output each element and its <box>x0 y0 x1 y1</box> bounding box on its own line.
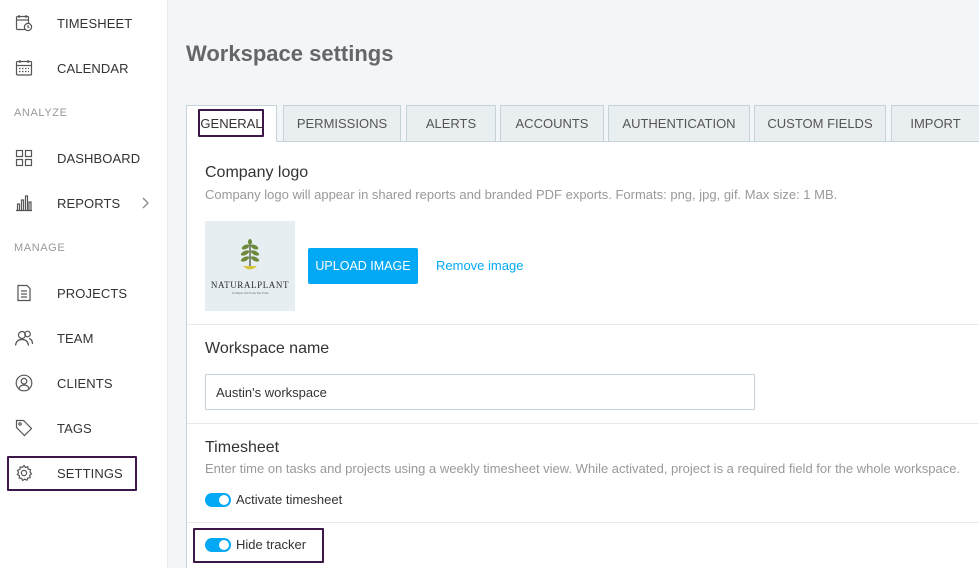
tab-alerts[interactable]: ALERTS <box>406 105 496 142</box>
logo-wordmark: NATURALPLANT <box>210 279 290 290</box>
timesheet-heading: Timesheet <box>205 439 280 456</box>
hide-tracker-highlight-box <box>193 528 324 563</box>
projects-icon <box>14 283 34 303</box>
company-logo-description: Company logo will appear in shared repor… <box>205 187 838 202</box>
tab-label: AUTHENTICATION <box>622 116 736 131</box>
tab-label: ACCOUNTS <box>515 116 589 131</box>
timesheet-icon <box>14 13 34 33</box>
sidebar-item-reports[interactable]: REPORTS <box>0 183 168 223</box>
tab-authentication[interactable]: AUTHENTICATION <box>608 105 750 142</box>
sidebar: TIMESHEET CALENDAR ANALYZE DASHBOARD REP… <box>0 0 168 568</box>
upload-image-button[interactable]: UPLOAD IMAGE <box>308 248 418 284</box>
workspace-name-heading: Workspace name <box>205 340 330 357</box>
plant-logo-icon <box>238 238 262 277</box>
tab-custom-fields[interactable]: CUSTOM FIELDS <box>754 105 886 142</box>
settings-highlight-box <box>7 456 137 491</box>
tag-icon <box>14 418 34 438</box>
company-logo-heading: Company logo <box>205 164 309 181</box>
tab-permissions[interactable]: PERMISSIONS <box>283 105 401 142</box>
activate-timesheet-label: Activate timesheet <box>236 492 343 507</box>
dashboard-icon <box>14 148 34 168</box>
sidebar-item-calendar[interactable]: CALENDAR <box>0 48 168 88</box>
clients-icon <box>14 373 34 393</box>
section-divider <box>187 324 979 325</box>
toggle-knob <box>219 495 229 505</box>
activate-timesheet-toggle[interactable] <box>205 493 231 507</box>
sidebar-item-dashboard[interactable]: DASHBOARD <box>0 138 168 178</box>
section-label-manage: MANAGE <box>14 242 66 254</box>
tab-label: PERMISSIONS <box>296 116 388 131</box>
page-title: Workspace settings <box>186 41 394 66</box>
tab-import[interactable]: IMPORT <box>891 105 979 142</box>
workspace-name-input[interactable] <box>205 374 755 410</box>
sidebar-item-projects[interactable]: PROJECTS <box>0 273 168 313</box>
sidebar-item-label: TEAM <box>57 331 94 346</box>
sidebar-item-team[interactable]: TEAM <box>0 318 168 358</box>
sidebar-item-label: REPORTS <box>57 196 121 211</box>
reports-icon <box>14 193 34 213</box>
sidebar-item-label: CLIENTS <box>57 376 113 391</box>
section-divider <box>187 522 979 523</box>
sidebar-item-label: TIMESHEET <box>57 16 133 31</box>
sidebar-item-clients[interactable]: CLIENTS <box>0 363 168 403</box>
section-label-analyze: ANALYZE <box>14 107 68 119</box>
company-logo-preview: NATURALPLANT A Simple Life From The Farm <box>205 221 295 311</box>
sidebar-item-label: DASHBOARD <box>57 151 141 166</box>
section-divider <box>187 423 979 424</box>
sidebar-item-timesheet[interactable]: TIMESHEET <box>0 3 168 43</box>
team-icon <box>14 328 34 348</box>
chevron-right-icon <box>140 195 152 211</box>
sidebar-item-label: TAGS <box>57 421 92 436</box>
calendar-icon <box>14 58 34 78</box>
logo-tagline: A Simple Life From The Farm <box>231 290 269 295</box>
general-tab-highlight-box <box>198 109 264 137</box>
tab-accounts[interactable]: ACCOUNTS <box>500 105 604 142</box>
sidebar-item-tags[interactable]: TAGS <box>0 408 168 448</box>
tab-label: CUSTOM FIELDS <box>767 116 873 131</box>
tab-label: IMPORT <box>910 116 961 131</box>
sidebar-item-label: PROJECTS <box>57 286 128 301</box>
remove-image-link[interactable]: Remove image <box>436 258 523 273</box>
timesheet-description: Enter time on tasks and projects using a… <box>205 461 961 476</box>
tab-label: ALERTS <box>425 116 477 131</box>
sidebar-item-label: CALENDAR <box>57 61 129 76</box>
